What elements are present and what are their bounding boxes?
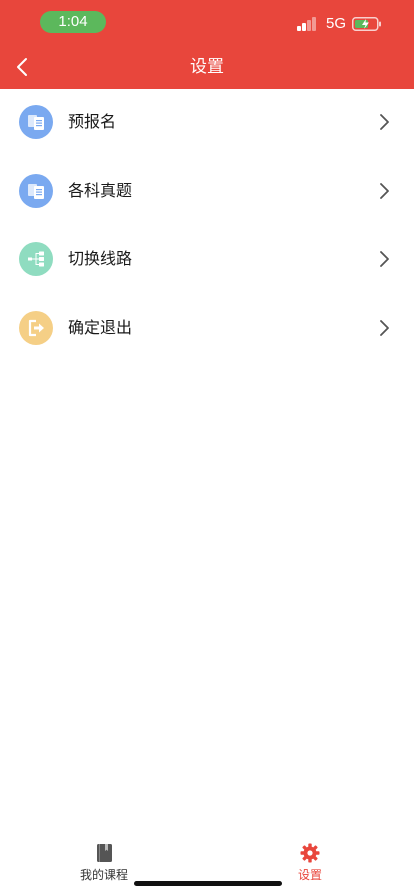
chevron-right-icon bbox=[380, 319, 389, 336]
logout-icon bbox=[19, 310, 53, 345]
tab-label: 我的课程 bbox=[79, 868, 128, 882]
menu-item-label: 各科真题 bbox=[68, 180, 133, 200]
tab-label: 设置 bbox=[297, 868, 322, 882]
menu-item-pre-registration[interactable]: 预报名 bbox=[0, 89, 414, 158]
book-icon bbox=[97, 844, 112, 862]
status-time: 1:04 bbox=[40, 11, 106, 33]
menu-item-past-exams[interactable]: 各科真题 bbox=[0, 158, 414, 227]
menu-item-logout[interactable]: 确定退出 bbox=[0, 295, 414, 364]
route-icon bbox=[19, 242, 53, 276]
status-bar: 1:04 5G bbox=[0, 0, 414, 44]
tab-bar: 我的课程 设置 bbox=[0, 833, 414, 896]
gear-icon bbox=[300, 843, 320, 863]
documents-icon bbox=[19, 105, 53, 139]
menu-item-label: 切换线路 bbox=[68, 249, 133, 268]
home-indicator[interactable] bbox=[134, 881, 282, 886]
network-label: 5G bbox=[326, 15, 347, 32]
chevron-right-icon bbox=[380, 114, 389, 130]
chevron-right-icon bbox=[380, 251, 389, 267]
menu-item-switch-route[interactable]: 切换线路 bbox=[0, 226, 414, 295]
documents-icon bbox=[19, 173, 53, 208]
tab-settings[interactable]: 设置 bbox=[270, 843, 350, 884]
settings-menu: 预报名 各科真题 切换线路 确定退出 bbox=[0, 89, 414, 363]
page-title: 设置 bbox=[190, 57, 224, 77]
header: 1:04 5G 设置 bbox=[0, 0, 414, 89]
signal-icon bbox=[297, 17, 319, 31]
menu-item-label: 确定退出 bbox=[68, 317, 133, 337]
menu-item-label: 预报名 bbox=[68, 112, 117, 131]
battery-icon bbox=[352, 17, 381, 31]
chevron-right-icon bbox=[380, 182, 389, 199]
tab-my-courses[interactable]: 我的课程 bbox=[64, 843, 144, 884]
